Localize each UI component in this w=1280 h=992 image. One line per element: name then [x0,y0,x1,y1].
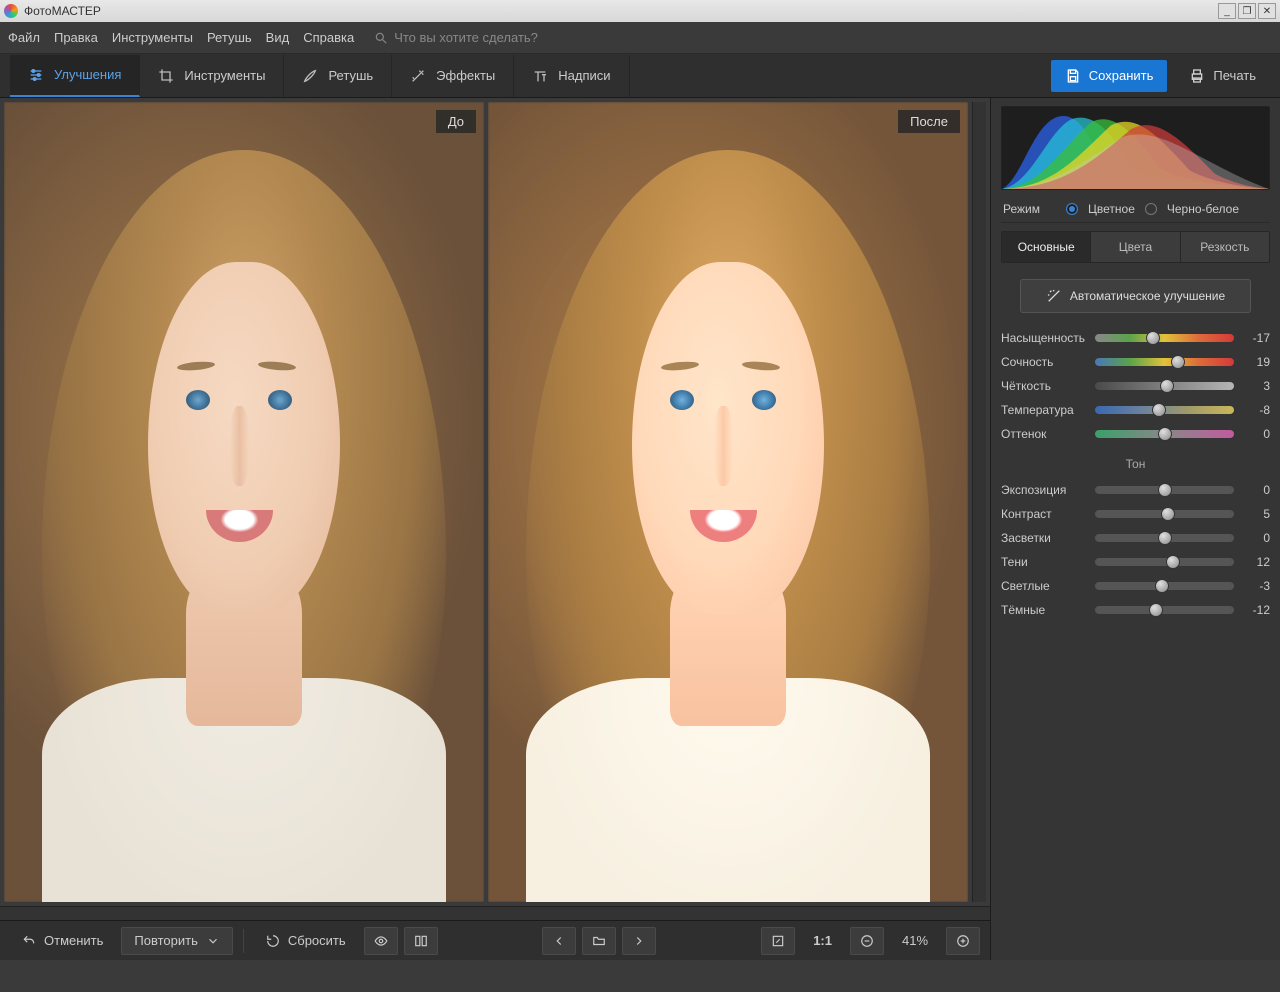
slider-temperature[interactable]: Температура -8 [1001,403,1270,417]
tool-tab-label: Ретушь [328,68,373,83]
slider-tint[interactable]: Оттенок 0 [1001,427,1270,441]
before-label: До [436,110,476,133]
image-after [488,102,968,902]
fit-icon [771,934,785,948]
menu-edit[interactable]: Правка [54,30,98,45]
tool-tab-tools[interactable]: Инструменты [140,55,284,97]
menu-file[interactable]: Файл [8,30,40,45]
statusbar: Отменить Повторить Сбросить [0,920,990,960]
one-to-one-button[interactable]: 1:1 [801,927,844,955]
slider-saturation[interactable]: Насыщенность -17 [1001,331,1270,345]
menu-retouch[interactable]: Ретушь [207,30,252,45]
canvas-scrollbar-horizontal[interactable] [0,906,990,920]
print-icon [1189,68,1205,84]
reset-icon [266,934,280,948]
slider-highlights[interactable]: Засветки 0 [1001,531,1270,545]
slider-clarity[interactable]: Чёткость 3 [1001,379,1270,393]
close-button[interactable]: ✕ [1258,3,1276,19]
menu-view[interactable]: Вид [266,30,290,45]
slider-blacks[interactable]: Тёмные -12 [1001,603,1270,617]
auto-enhance-button[interactable]: Автоматическое улучшение [1020,279,1251,313]
histogram[interactable] [1001,106,1270,190]
side-panel: Режим Цветное Черно-белое Основные Цвета… [990,98,1280,960]
subtab-colors[interactable]: Цвета [1091,232,1180,262]
toggle-preview-button[interactable] [364,927,398,955]
open-folder-button[interactable] [582,927,616,955]
magic-icon [410,68,426,84]
undo-icon [22,934,36,948]
zoom-in-button[interactable] [946,927,980,955]
slider-exposure[interactable]: Экспозиция 0 [1001,483,1270,497]
menu-search[interactable]: Что вы хотите сделать? [374,30,538,45]
menu-instruments[interactable]: Инструменты [112,30,193,45]
mode-bw-label[interactable]: Черно-белое [1167,202,1239,216]
tool-tab-retouch[interactable]: Ретушь [284,55,392,97]
mode-label: Режим [1003,202,1040,216]
text-icon [532,68,548,84]
sliders-icon [28,67,44,83]
canvas-before[interactable]: До [4,102,484,902]
compare-icon [414,934,428,948]
chevron-left-icon [552,934,566,948]
print-button[interactable]: Печать [1175,60,1270,92]
titlebar: ФотоМАСТЕР _ ❐ ✕ [0,0,1280,22]
tool-tabs: Улучшения Инструменты Ретушь Эффекты Над… [0,54,1280,98]
tool-tab-label: Надписи [558,68,610,83]
save-label: Сохранить [1089,68,1154,83]
redo-button[interactable]: Повторить [121,927,232,955]
zoom-out-button[interactable] [850,927,884,955]
canvas-after[interactable]: После [488,102,968,902]
nav-prev-button[interactable] [542,927,576,955]
tool-tab-text[interactable]: Надписи [514,55,629,97]
app-title: ФотоМАСТЕР [24,4,1218,18]
chevron-right-icon [632,934,646,948]
menubar: Файл Правка Инструменты Ретушь Вид Справ… [0,22,1280,54]
chevron-down-icon [206,934,220,948]
minus-icon [860,934,874,948]
panel-subtabs: Основные Цвета Резкость [1001,231,1270,263]
search-placeholder: Что вы хотите сделать? [394,30,538,45]
mode-color-label[interactable]: Цветное [1088,202,1135,216]
tool-tab-effects[interactable]: Эффекты [392,55,514,97]
minimize-button[interactable]: _ [1218,3,1236,19]
tool-tab-label: Улучшения [54,67,121,82]
fit-screen-button[interactable] [761,927,795,955]
save-button[interactable]: Сохранить [1051,60,1168,92]
sliders-group: Насыщенность -17 Сочность 19 Чёткость 3 … [1001,331,1270,617]
menu-help[interactable]: Справка [303,30,354,45]
tool-tab-label: Эффекты [436,68,495,83]
radio-bw[interactable] [1145,203,1157,215]
save-icon [1065,68,1081,84]
undo-button[interactable]: Отменить [10,927,115,955]
after-label: После [898,110,960,133]
image-before [4,102,484,902]
color-mode-row: Режим Цветное Черно-белое [1001,198,1270,223]
tool-tab-label: Инструменты [184,68,265,83]
search-icon [374,31,388,45]
print-label: Печать [1213,68,1256,83]
app-icon [4,4,18,18]
slider-vibrance[interactable]: Сочность 19 [1001,355,1270,369]
slider-contrast[interactable]: Контраст 5 [1001,507,1270,521]
zoom-value[interactable]: 41% [890,927,940,955]
tool-tab-enhance[interactable]: Улучшения [10,55,140,97]
canvas-scrollbar-vertical[interactable] [972,102,986,902]
subtab-basic[interactable]: Основные [1002,232,1091,262]
wand-icon [1046,288,1062,304]
slider-shadows[interactable]: Тени 12 [1001,555,1270,569]
maximize-button[interactable]: ❐ [1238,3,1256,19]
eye-icon [374,934,388,948]
plus-icon [956,934,970,948]
canvas-compare: До После [0,98,990,906]
compare-toggle-button[interactable] [404,927,438,955]
slider-whites[interactable]: Светлые -3 [1001,579,1270,593]
subtab-sharpen[interactable]: Резкость [1181,232,1269,262]
tone-header: Тон [1001,457,1270,471]
reset-button[interactable]: Сбросить [254,927,358,955]
nav-next-button[interactable] [622,927,656,955]
radio-color[interactable] [1066,203,1078,215]
folder-icon [592,934,606,948]
crop-icon [158,68,174,84]
brush-icon [302,68,318,84]
